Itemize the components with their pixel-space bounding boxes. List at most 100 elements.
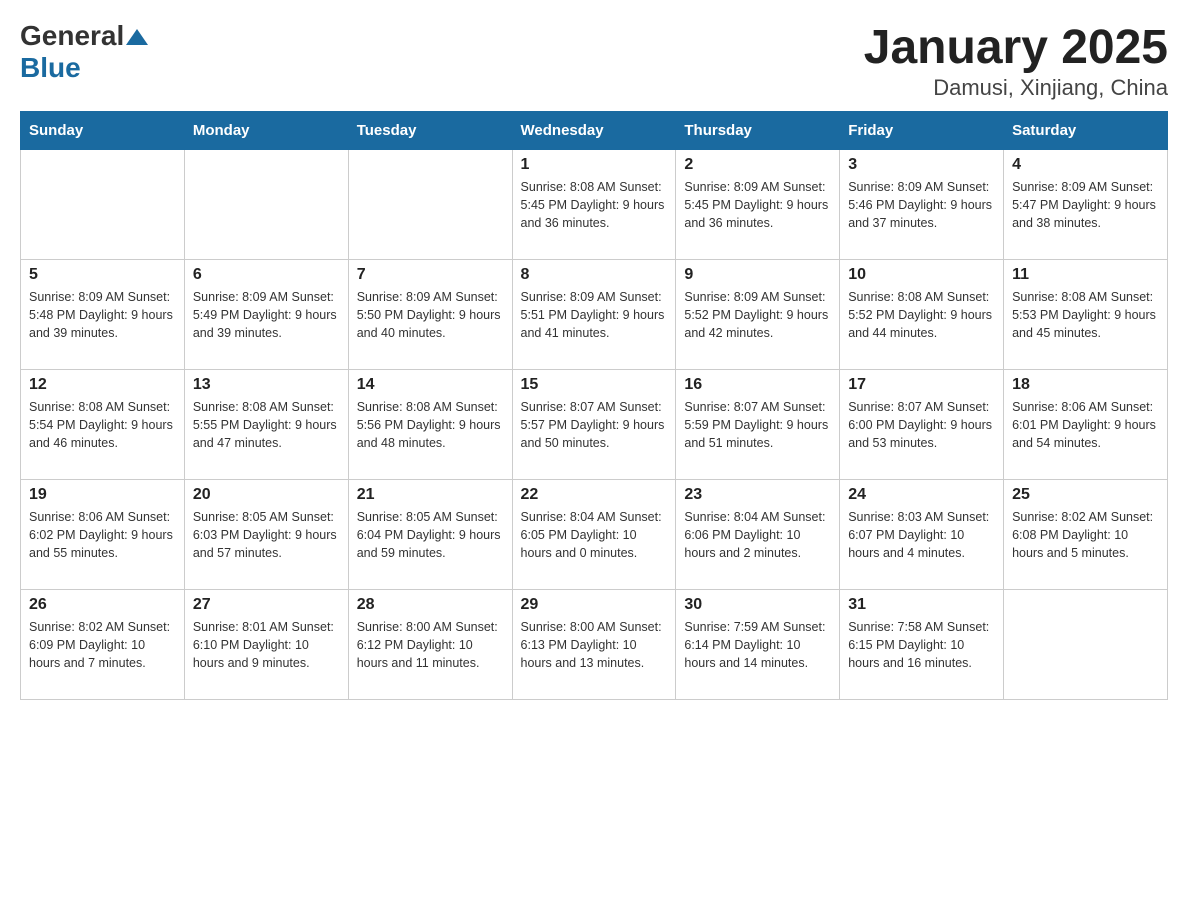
table-row: 25Sunrise: 8:02 AM Sunset: 6:08 PM Dayli… xyxy=(1004,480,1168,590)
table-row xyxy=(348,150,512,260)
table-row: 18 Sunrise: 8:06 AM Sunset: 6:01 PM Dayli… xyxy=(1004,370,1168,480)
table-row: 15 Sunrise: 8:07 AM Sunset: 5:57 PM Dayli… xyxy=(512,370,676,480)
header-tuesday: Tuesday xyxy=(348,112,512,150)
day-info: Sunrise: 8:09 AM Sunset: 5:49 PM Dayligh… xyxy=(193,288,340,342)
table-row: 11Sunrise: 8:08 AM Sunset: 5:53 PM Dayli… xyxy=(1004,260,1168,370)
day-info: Sunrise: 8:08 AM Sunset: 5:56 PM Dayligh… xyxy=(357,398,504,452)
day-number: 3 xyxy=(848,156,995,174)
table-row: 10 Sunrise: 8:08 AM Sunset: 5:52 PM Dayli… xyxy=(840,260,1004,370)
day-number: 28 xyxy=(357,596,504,614)
day-number: 5 xyxy=(29,266,176,284)
table-row: 12Sunrise: 8:08 AM Sunset: 5:54 PM Dayli… xyxy=(21,370,185,480)
table-row xyxy=(21,150,185,260)
calendar-table: Sunday Monday Tuesday Wednesday Thursday… xyxy=(20,111,1168,700)
day-info: Sunrise: 8:06 AM Sunset: 6:01 PM Dayligh… xyxy=(1012,398,1159,452)
day-number: 15 xyxy=(521,376,668,394)
day-info: Sunrise: 7:58 AM Sunset: 6:15 PM Dayligh… xyxy=(848,618,995,672)
day-info: Sunrise: 8:08 AM Sunset: 5:52 PM Dayligh… xyxy=(848,288,995,342)
day-info: Sunrise: 8:05 AM Sunset: 6:03 PM Dayligh… xyxy=(193,508,340,562)
day-info: Sunrise: 8:01 AM Sunset: 6:10 PM Dayligh… xyxy=(193,618,340,672)
table-row: 9 Sunrise: 8:09 AM Sunset: 5:52 PM Daylig… xyxy=(676,260,840,370)
calendar-subtitle: Damusi, Xinjiang, China xyxy=(864,75,1168,101)
table-row: 30Sunrise: 7:59 AM Sunset: 6:14 PM Dayli… xyxy=(676,590,840,700)
day-number: 16 xyxy=(684,376,831,394)
calendar-header-row: Sunday Monday Tuesday Wednesday Thursday… xyxy=(21,112,1168,150)
header-thursday: Thursday xyxy=(676,112,840,150)
day-number: 4 xyxy=(1012,156,1159,174)
calendar-week-row: 19Sunrise: 8:06 AM Sunset: 6:02 PM Dayli… xyxy=(21,480,1168,590)
title-block: January 2025 Damusi, Xinjiang, China xyxy=(864,20,1168,101)
table-row: 22 Sunrise: 8:04 AM Sunset: 6:05 PM Dayli… xyxy=(512,480,676,590)
table-row: 3 Sunrise: 8:09 AM Sunset: 5:46 PM Daylig… xyxy=(840,150,1004,260)
day-number: 1 xyxy=(521,156,668,174)
table-row: 7Sunrise: 8:09 AM Sunset: 5:50 PM Daylig… xyxy=(348,260,512,370)
day-info: Sunrise: 8:09 AM Sunset: 5:51 PM Dayligh… xyxy=(521,288,668,342)
table-row: 2Sunrise: 8:09 AM Sunset: 5:45 PM Daylig… xyxy=(676,150,840,260)
day-number: 24 xyxy=(848,486,995,504)
day-info: Sunrise: 8:02 AM Sunset: 6:08 PM Dayligh… xyxy=(1012,508,1159,562)
day-info: Sunrise: 8:09 AM Sunset: 5:45 PM Dayligh… xyxy=(684,178,831,232)
day-number: 20 xyxy=(193,486,340,504)
logo-blue-text: Blue xyxy=(20,52,81,84)
table-row: 5 Sunrise: 8:09 AM Sunset: 5:48 PM Daylig… xyxy=(21,260,185,370)
table-row: 14 Sunrise: 8:08 AM Sunset: 5:56 PM Dayli… xyxy=(348,370,512,480)
day-number: 23 xyxy=(684,486,831,504)
day-number: 29 xyxy=(521,596,668,614)
table-row: 23 Sunrise: 8:04 AM Sunset: 6:06 PM Dayli… xyxy=(676,480,840,590)
day-info: Sunrise: 8:09 AM Sunset: 5:47 PM Dayligh… xyxy=(1012,178,1159,232)
day-info: Sunrise: 8:03 AM Sunset: 6:07 PM Dayligh… xyxy=(848,508,995,562)
day-info: Sunrise: 8:04 AM Sunset: 6:06 PM Dayligh… xyxy=(684,508,831,562)
day-info: Sunrise: 8:07 AM Sunset: 5:59 PM Dayligh… xyxy=(684,398,831,452)
day-info: Sunrise: 8:07 AM Sunset: 5:57 PM Dayligh… xyxy=(521,398,668,452)
table-row: 28Sunrise: 8:00 AM Sunset: 6:12 PM Dayli… xyxy=(348,590,512,700)
day-number: 21 xyxy=(357,486,504,504)
table-row xyxy=(184,150,348,260)
day-number: 22 xyxy=(521,486,668,504)
table-row: 20 Sunrise: 8:05 AM Sunset: 6:03 PM Dayli… xyxy=(184,480,348,590)
table-row: 16 Sunrise: 8:07 AM Sunset: 5:59 PM Dayli… xyxy=(676,370,840,480)
day-info: Sunrise: 8:09 AM Sunset: 5:46 PM Dayligh… xyxy=(848,178,995,232)
day-info: Sunrise: 8:08 AM Sunset: 5:53 PM Dayligh… xyxy=(1012,288,1159,342)
day-info: Sunrise: 8:04 AM Sunset: 6:05 PM Dayligh… xyxy=(521,508,668,562)
day-info: Sunrise: 8:06 AM Sunset: 6:02 PM Dayligh… xyxy=(29,508,176,562)
logo: General Blue xyxy=(20,20,148,84)
header-sunday: Sunday xyxy=(21,112,185,150)
table-row: 8 Sunrise: 8:09 AM Sunset: 5:51 PM Daylig… xyxy=(512,260,676,370)
table-row: 24 Sunrise: 8:03 AM Sunset: 6:07 PM Dayli… xyxy=(840,480,1004,590)
table-row: 6Sunrise: 8:09 AM Sunset: 5:49 PM Daylig… xyxy=(184,260,348,370)
day-number: 30 xyxy=(684,596,831,614)
table-row: 29 Sunrise: 8:00 AM Sunset: 6:13 PM Dayli… xyxy=(512,590,676,700)
table-row: 27 Sunrise: 8:01 AM Sunset: 6:10 PM Dayli… xyxy=(184,590,348,700)
day-number: 17 xyxy=(848,376,995,394)
day-info: Sunrise: 8:09 AM Sunset: 5:48 PM Dayligh… xyxy=(29,288,176,342)
day-info: Sunrise: 8:08 AM Sunset: 5:54 PM Dayligh… xyxy=(29,398,176,452)
day-number: 9 xyxy=(684,266,831,284)
table-row: 1Sunrise: 8:08 AM Sunset: 5:45 PM Daylig… xyxy=(512,150,676,260)
calendar-week-row: 5 Sunrise: 8:09 AM Sunset: 5:48 PM Daylig… xyxy=(21,260,1168,370)
table-row: 21 Sunrise: 8:05 AM Sunset: 6:04 PM Dayli… xyxy=(348,480,512,590)
page-header: General Blue January 2025 Damusi, Xinjia… xyxy=(20,20,1168,101)
header-wednesday: Wednesday xyxy=(512,112,676,150)
day-info: Sunrise: 8:08 AM Sunset: 5:55 PM Dayligh… xyxy=(193,398,340,452)
day-info: Sunrise: 8:00 AM Sunset: 6:13 PM Dayligh… xyxy=(521,618,668,672)
day-number: 18 xyxy=(1012,376,1159,394)
table-row: 4 Sunrise: 8:09 AM Sunset: 5:47 PM Daylig… xyxy=(1004,150,1168,260)
day-info: Sunrise: 8:05 AM Sunset: 6:04 PM Dayligh… xyxy=(357,508,504,562)
day-info: Sunrise: 8:09 AM Sunset: 5:52 PM Dayligh… xyxy=(684,288,831,342)
table-row xyxy=(1004,590,1168,700)
day-info: Sunrise: 8:09 AM Sunset: 5:50 PM Dayligh… xyxy=(357,288,504,342)
table-row: 19Sunrise: 8:06 AM Sunset: 6:02 PM Dayli… xyxy=(21,480,185,590)
table-row: 31Sunrise: 7:58 AM Sunset: 6:15 PM Dayli… xyxy=(840,590,1004,700)
day-number: 27 xyxy=(193,596,340,614)
logo-general-text: General xyxy=(20,20,124,52)
header-saturday: Saturday xyxy=(1004,112,1168,150)
table-row: 13Sunrise: 8:08 AM Sunset: 5:55 PM Dayli… xyxy=(184,370,348,480)
day-number: 26 xyxy=(29,596,176,614)
calendar-week-row: 12Sunrise: 8:08 AM Sunset: 5:54 PM Dayli… xyxy=(21,370,1168,480)
day-number: 14 xyxy=(357,376,504,394)
calendar-title: January 2025 xyxy=(864,20,1168,75)
day-number: 10 xyxy=(848,266,995,284)
day-number: 8 xyxy=(521,266,668,284)
calendar-week-row: 1Sunrise: 8:08 AM Sunset: 5:45 PM Daylig… xyxy=(21,150,1168,260)
logo-triangle-icon xyxy=(126,29,148,45)
